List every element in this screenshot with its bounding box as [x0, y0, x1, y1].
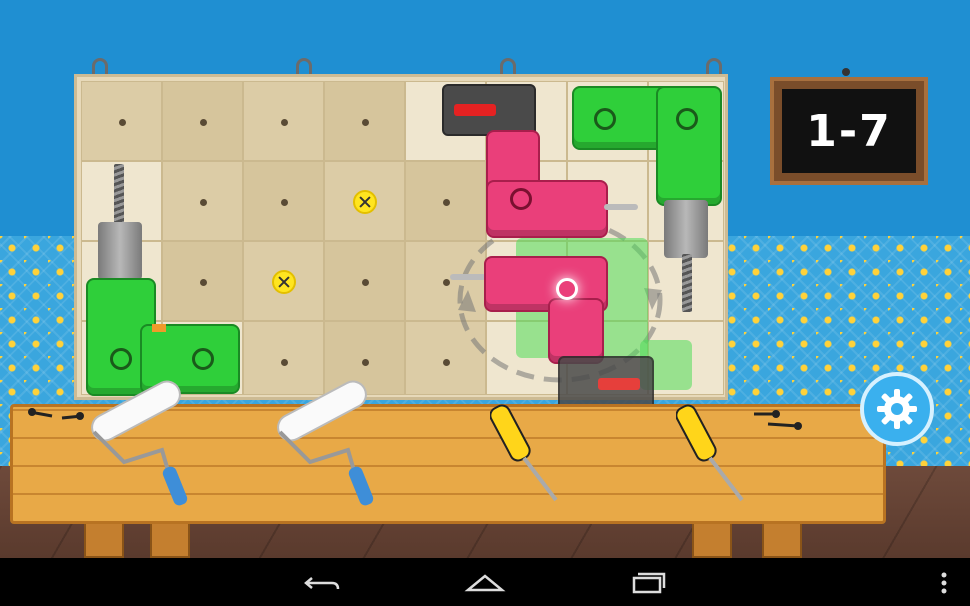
- drill-body: [486, 180, 608, 238]
- nails-icon: [754, 410, 802, 430]
- peg-hole: [281, 199, 288, 206]
- vent-icon: [110, 348, 132, 370]
- drill-battery: [558, 356, 654, 410]
- board-cell[interactable]: [243, 81, 324, 161]
- board-cell[interactable]: [324, 81, 405, 161]
- paint-roller-icon[interactable]: [84, 380, 204, 510]
- board-cell[interactable]: [243, 241, 324, 321]
- screw-icon[interactable]: [353, 190, 377, 214]
- drill-chuck: [664, 200, 708, 258]
- drill-battery: [442, 84, 536, 136]
- peg-hole: [362, 119, 369, 126]
- board-cell[interactable]: [324, 241, 405, 321]
- back-icon[interactable]: [302, 572, 342, 594]
- overflow-menu-icon[interactable]: [938, 570, 950, 596]
- green-drill-piece[interactable]: [80, 160, 240, 396]
- board-cell[interactable]: [81, 81, 162, 161]
- table-leg: [150, 520, 190, 558]
- screwdriver-icon[interactable]: [490, 400, 570, 506]
- vent-icon: [510, 188, 532, 210]
- board-cell[interactable]: [324, 161, 405, 241]
- board-cell[interactable]: [243, 161, 324, 241]
- vent-icon: [192, 348, 214, 370]
- peg-hole: [119, 119, 126, 126]
- board-cell[interactable]: [162, 81, 243, 161]
- drill-handle: [548, 298, 604, 364]
- screw-icon[interactable]: [272, 270, 296, 294]
- level-label: 1-7: [782, 89, 916, 173]
- peg-hole: [362, 279, 369, 286]
- vent-icon: [556, 278, 578, 300]
- table-leg: [762, 520, 802, 558]
- peg-hole: [362, 359, 369, 366]
- paint-roller-icon[interactable]: [270, 380, 390, 510]
- pink-drill-piece-selected[interactable]: [448, 250, 656, 410]
- pink-drill-piece[interactable]: [440, 82, 640, 238]
- drill-tip: [450, 274, 486, 280]
- peg-hole: [281, 119, 288, 126]
- gear-icon: [877, 389, 917, 429]
- drill-body: [656, 86, 722, 206]
- drill-chuck: [98, 222, 142, 280]
- system-navigation-bar: [0, 558, 970, 606]
- table-leg: [84, 520, 124, 558]
- peg-hole: [200, 119, 207, 126]
- drill-bit: [682, 254, 692, 312]
- level-chalkboard: 1-7: [770, 77, 928, 185]
- vent-icon: [676, 108, 698, 130]
- nails-icon: [28, 408, 84, 420]
- table-leg: [692, 520, 732, 558]
- settings-button[interactable]: [860, 372, 934, 446]
- screwdriver-icon[interactable]: [676, 400, 756, 506]
- recent-apps-icon[interactable]: [630, 570, 668, 596]
- drill-tip: [604, 204, 638, 210]
- home-icon[interactable]: [464, 572, 506, 594]
- trigger: [152, 324, 166, 332]
- drill-bit: [114, 164, 124, 226]
- peg-hole: [281, 359, 288, 366]
- nail: [842, 68, 850, 76]
